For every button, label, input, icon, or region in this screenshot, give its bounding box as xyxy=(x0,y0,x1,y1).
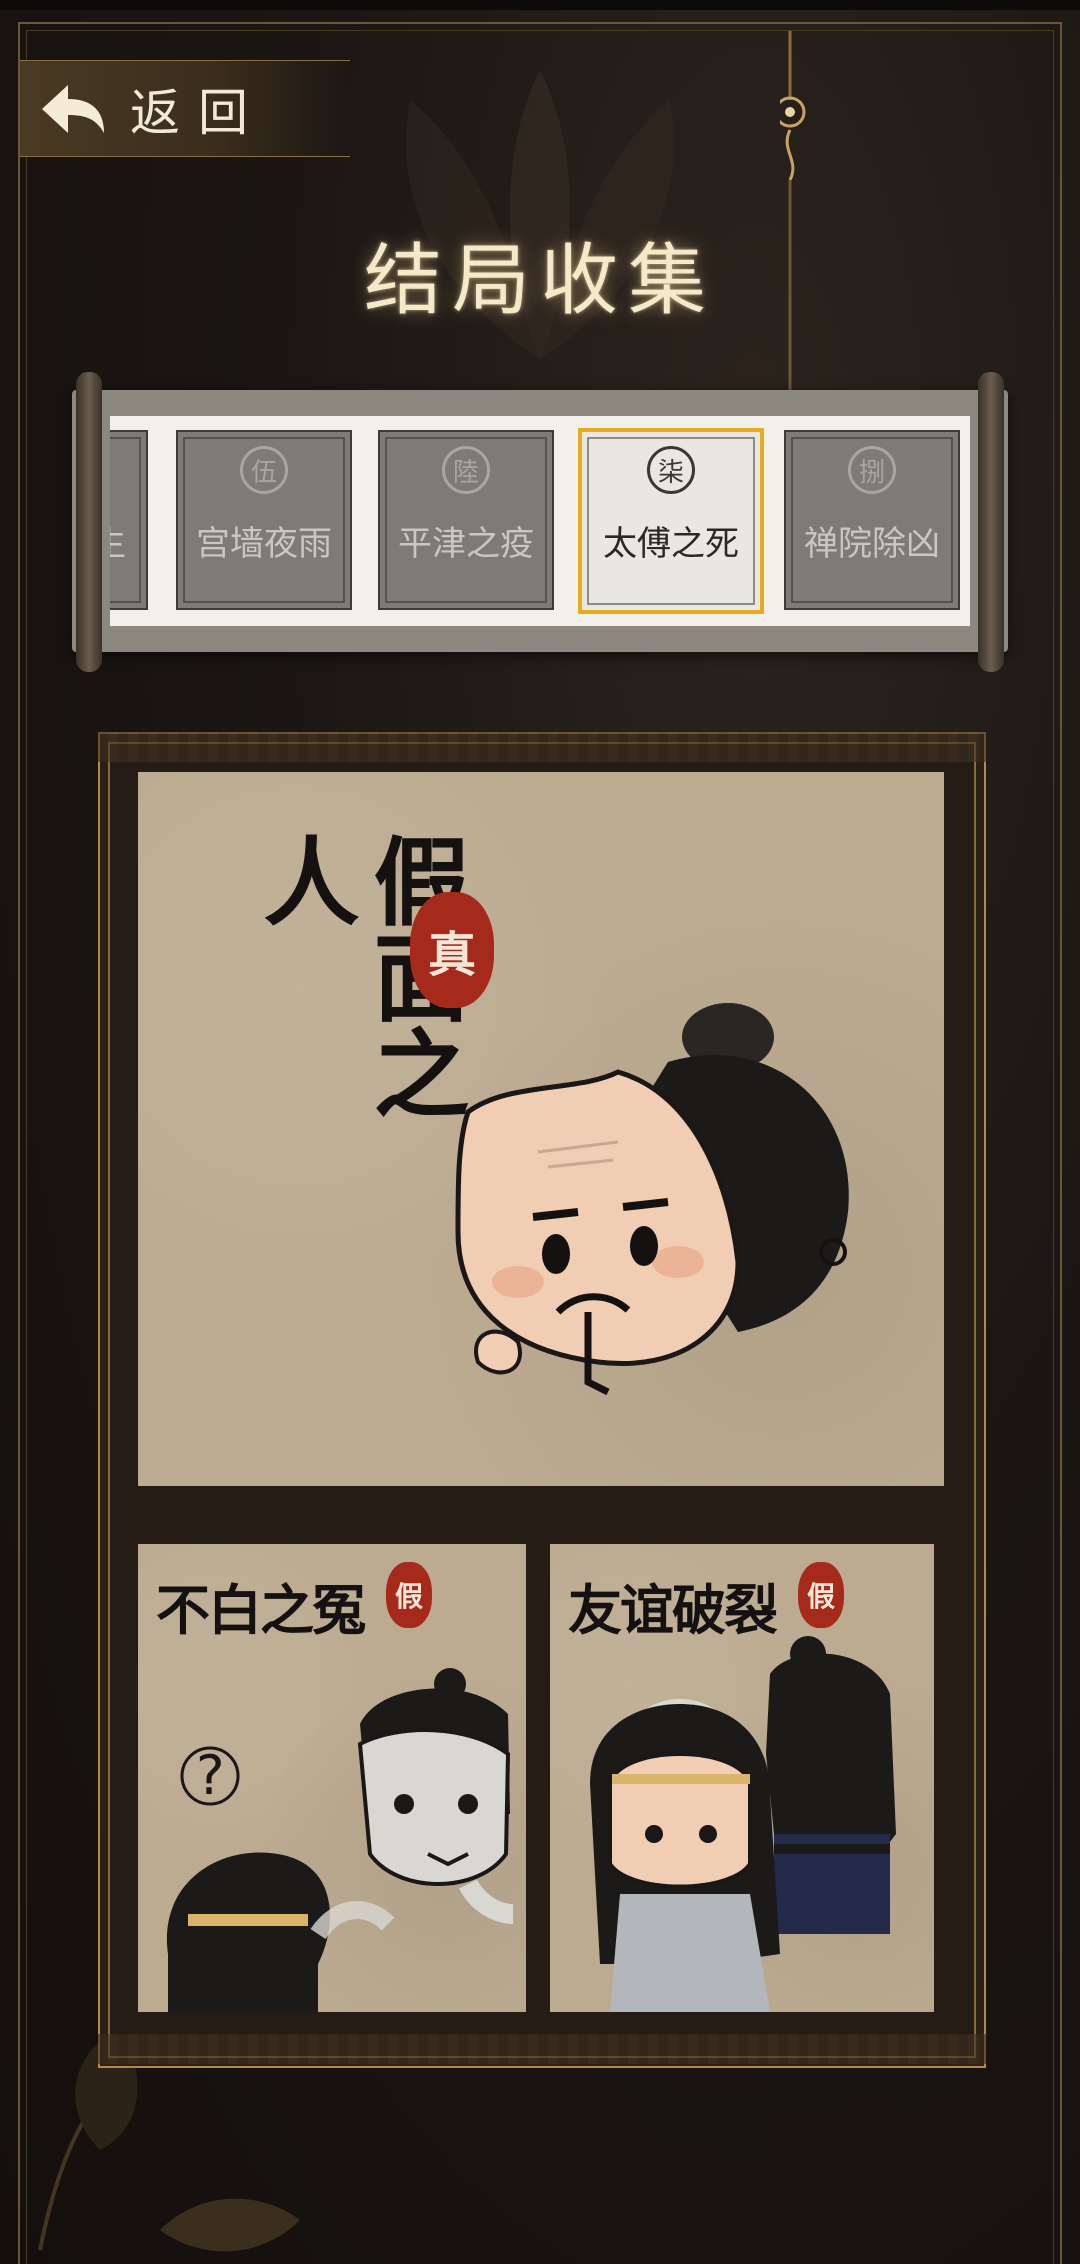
status-bar xyxy=(0,0,1080,10)
two-friends-illustration xyxy=(590,1636,896,2012)
back-arrow-icon xyxy=(42,84,104,133)
chapter-label: 生 xyxy=(110,516,146,565)
ending-card-left[interactable]: 不白之冤 假 ? xyxy=(138,1544,526,2012)
back-label: 返回 xyxy=(130,83,266,142)
ending-stamp-false-right: 假 xyxy=(798,1562,844,1628)
panel-pattern-bottom xyxy=(98,2034,986,2064)
back-button[interactable]: 返回 xyxy=(20,60,350,157)
page-title: 结局收集 xyxy=(363,236,716,326)
chapter-seal: 陸 xyxy=(442,446,490,494)
chapter-scroll-paper: 生 伍 宫墙夜雨 陸 平津之疫 柒 太傅之死 捌 禅院除凶 xyxy=(110,416,970,626)
question-mark-icon: ? xyxy=(196,1744,225,1807)
chapter-card-6[interactable]: 陸 平津之疫 xyxy=(378,430,554,610)
panel-pattern-top xyxy=(98,732,986,762)
chapter-card-5[interactable]: 伍 宫墙夜雨 xyxy=(176,430,352,610)
chapter-label: 宫墙夜雨 xyxy=(196,524,332,564)
chapter-seal: 柒 xyxy=(647,446,695,494)
ending-stamp-false-left: 假 xyxy=(386,1562,432,1628)
ghost-scholar-illustration: ? xyxy=(166,1668,514,2012)
chapter-card-7-selected[interactable]: 柒 太傅之死 xyxy=(578,428,764,614)
chapter-card-4[interactable]: 生 xyxy=(110,430,148,610)
ending-title-left: 不白之冤 xyxy=(156,1578,366,1642)
chapter-label: 平津之疫 xyxy=(398,524,534,564)
chapter-card-8[interactable]: 捌 禅院除凶 xyxy=(784,430,960,610)
old-tutor-illustration xyxy=(455,1003,849,1396)
scroll-rod-right xyxy=(978,372,1004,672)
chapter-seal: 伍 xyxy=(240,446,288,494)
ending-stamp-true: 真 xyxy=(410,892,494,1008)
ending-card-right[interactable]: 友谊破裂 假 xyxy=(550,1544,934,2012)
chapter-label: 禅院除凶 xyxy=(804,524,940,564)
ending-card-main[interactable]: 假面之人 真 xyxy=(138,772,944,1486)
ending-title-main: 假面之人 xyxy=(247,832,470,1172)
chapter-seal: 捌 xyxy=(848,446,896,494)
scroll-rod-left xyxy=(76,372,102,672)
chapter-scroll[interactable]: 生 伍 宫墙夜雨 陸 平津之疫 柒 太傅之死 捌 禅院除凶 xyxy=(72,372,1008,672)
chapter-label: 太傅之死 xyxy=(603,524,739,564)
